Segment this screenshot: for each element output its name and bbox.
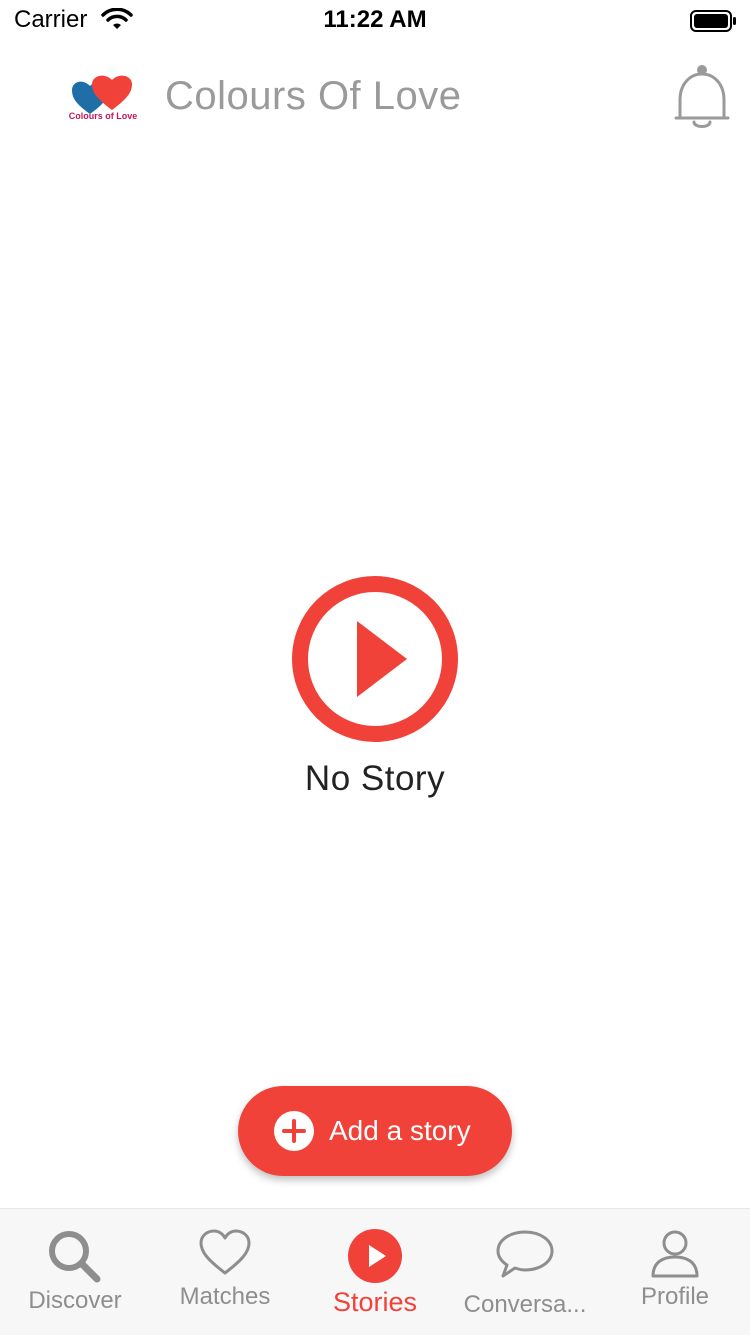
person-icon [651,1230,699,1278]
tab-stories[interactable]: Stories [300,1209,450,1335]
tab-bar: Discover Matches Stories Conversa... Pro… [0,1208,750,1335]
tab-matches[interactable]: Matches [150,1209,300,1335]
notification-bell-icon[interactable] [672,62,732,132]
add-story-button[interactable]: Add a story [238,1086,512,1176]
search-icon [49,1231,101,1283]
tab-label: Matches [179,1283,271,1310]
tab-conversations[interactable]: Conversa... [450,1209,600,1335]
status-bar: Carrier 11:22 AM [0,0,750,40]
battery-icon [690,10,736,32]
tab-profile[interactable]: Profile [600,1209,750,1335]
tab-label: Discover [28,1287,122,1314]
tab-discover[interactable]: Discover [0,1209,150,1335]
tab-label: Conversa... [463,1291,587,1318]
logo-text: Colours of Love [69,111,138,121]
app-logo: Colours of Love [69,75,138,121]
tab-label: Profile [640,1283,710,1310]
clock: 11:22 AM [323,6,427,33]
play-icon [348,1229,402,1283]
add-story-label: Add a story [329,1115,471,1146]
plus-circle-icon [274,1111,314,1151]
play-circle-icon [292,576,458,742]
tab-label: Stories [332,1287,418,1317]
app-title: Colours Of Love [165,74,462,118]
heart-icon [199,1229,251,1275]
empty-state: No Story [0,575,750,799]
chat-bubble-icon [496,1230,554,1278]
empty-state-message: No Story [304,759,446,798]
app-header: Colours of Love Colours Of Love [0,50,750,146]
